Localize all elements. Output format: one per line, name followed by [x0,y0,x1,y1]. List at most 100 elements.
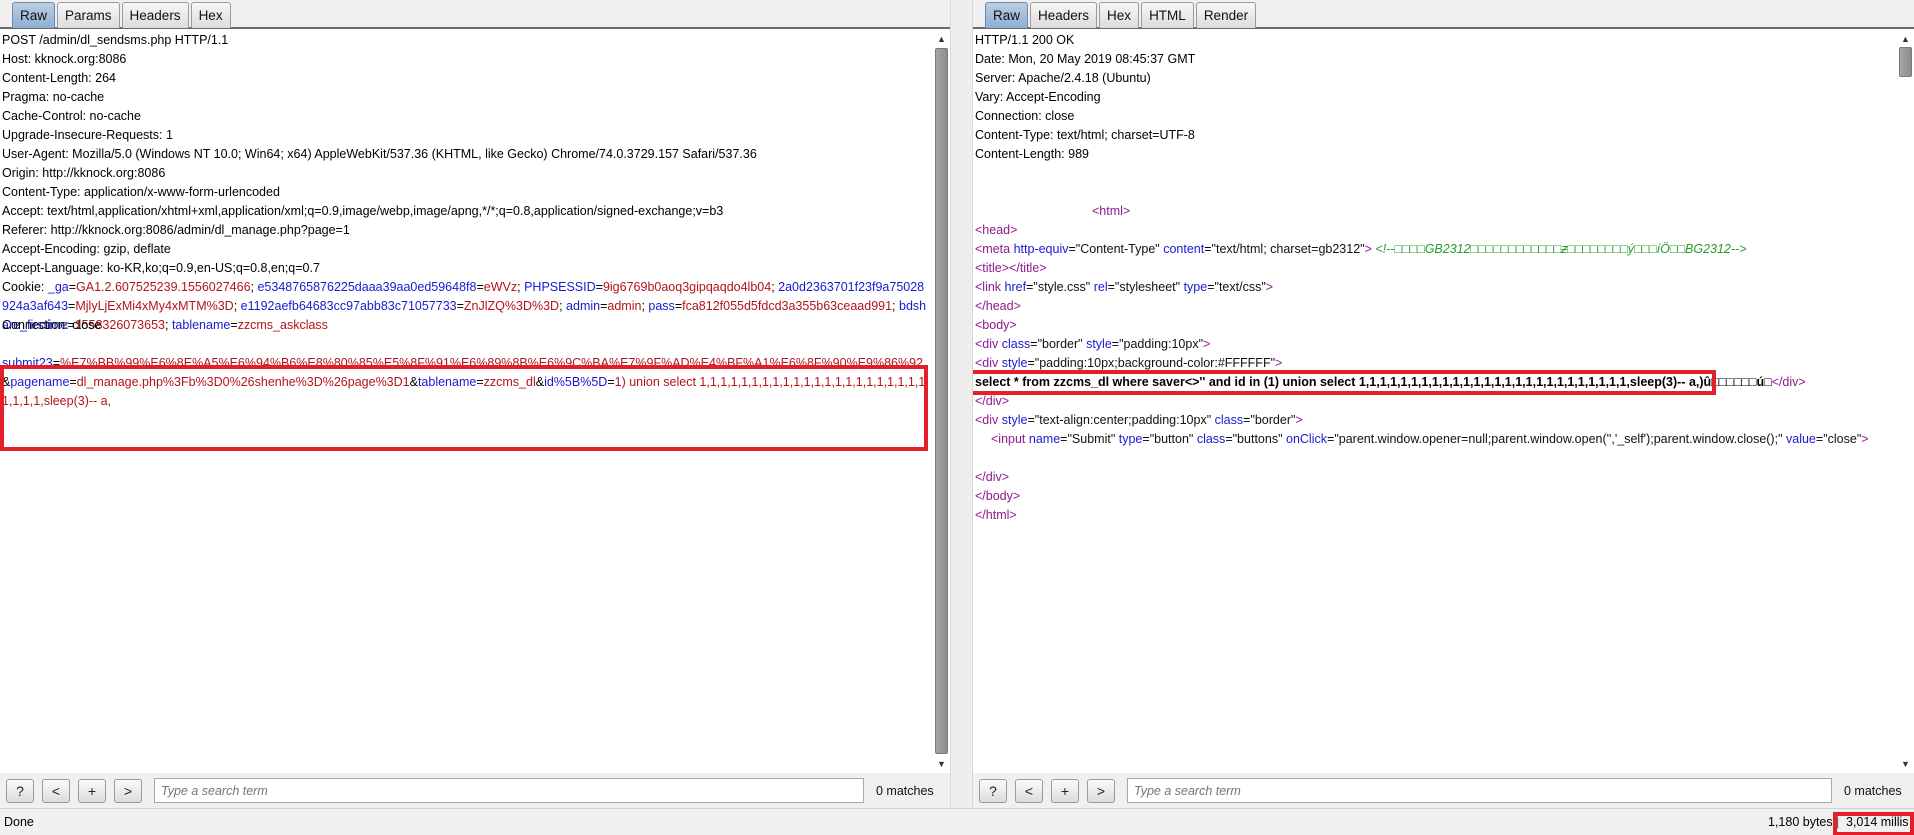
html-line: </div> [975,392,1895,411]
response-search-bar: ? < + > 0 matches [973,773,1914,808]
response-tab-render[interactable]: Render [1195,2,1257,28]
response-time-highlight [1833,812,1914,835]
html-line: <div class="border" style="padding:10px"… [975,337,1211,351]
request-text[interactable]: POST /admin/dl_sendsms.php HTTP/1.1 Host… [0,31,933,408]
attr-value: "parent.window.opener=null;parent.window… [1334,432,1783,446]
html-line: <body> [975,316,1895,335]
scroll-down-icon[interactable]: ▼ [933,756,950,772]
response-tab-raw[interactable]: Raw [985,2,1029,28]
response-header: Server: Apache/2.4.18 (Ubuntu) [975,71,1151,85]
div-tag: <div [975,337,999,351]
scroll-up-icon[interactable]: ▲ [933,31,950,47]
request-tab-hex[interactable]: Hex [190,2,231,28]
request-tab-raw[interactable]: Raw [12,2,56,28]
attr-name: href [1004,280,1027,294]
html-line: <link href="style.css" rel="stylesheet" … [975,280,1274,294]
response-tab-hex[interactable]: Hex [1099,2,1140,28]
tag-close: > [1275,356,1283,370]
attr-name: style [1001,356,1028,370]
previous-button[interactable]: < [42,778,70,803]
attr-value: "padding:10px" [1119,337,1204,351]
cookie-value: zzcms_askclass [237,318,328,332]
cookie-value: eWVz [483,280,518,294]
request-header: Cache-Control: no-cache [2,109,141,123]
scroll-up-icon[interactable]: ▲ [1897,31,1914,47]
next-button[interactable]: > [1087,778,1115,803]
param-key: id%5B%5D [544,375,608,389]
response-tab-html[interactable]: HTML [1141,2,1194,28]
cookie-value: fca812f055d5fdcd3a355b63ceaad991 [682,299,893,313]
request-pane: Raw Params Headers Hex POST /admin/dl_se… [0,0,950,808]
response-editor[interactable]: HTTP/1.1 200 OK Date: Mon, 20 May 2019 0… [973,31,1897,772]
cookie-key: _ga [47,280,69,294]
body-open-tag: <body> [975,318,1017,332]
add-button[interactable]: + [78,778,106,803]
request-search-input[interactable] [154,778,864,803]
response-search-input[interactable] [1127,778,1832,803]
request-header: Upgrade-Insecure-Requests: 1 [2,128,173,142]
link-tag: <link [975,280,1002,294]
param-value: %E7%BB%99%E6%8E%A5%E6%94%B6%E8%80%85%E5%… [60,356,924,370]
attr-name: class [1214,413,1244,427]
attr-value: "padding:10px;background-color:#FFFFFF" [1034,356,1276,370]
cookie-key: e1192aefb64683cc97abb83c71057733 [240,299,457,313]
attr-name: style [1001,413,1028,427]
help-button[interactable]: ? [6,778,34,803]
cookie-label: Cookie: [2,280,45,294]
pane-splitter[interactable] [950,0,973,808]
response-scrollbar[interactable]: ▲ ▼ [1897,31,1914,772]
request-tab-params[interactable]: Params [57,2,120,28]
request-scrollbar[interactable]: ▲ ▼ [933,31,950,772]
scroll-down-icon[interactable]: ▼ [1897,756,1914,772]
div-close-tag: </div> [1771,375,1806,389]
attr-name: rel [1093,280,1108,294]
request-header: Host: kknock.org:8086 [2,52,127,66]
status-line: HTTP/1.1 200 OK [975,33,1075,47]
response-match-count: 0 matches [1844,783,1902,798]
attr-name: type [1183,280,1208,294]
param-key: pagename [10,375,70,389]
status-text: Done [4,815,34,829]
cookie-value: ZnJlZQ%3D%3D [463,299,560,313]
request-editor[interactable]: POST /admin/dl_sendsms.php HTTP/1.1 Host… [0,31,933,772]
previous-button[interactable]: < [1015,778,1043,803]
cookie-key: PHPSESSID [524,280,596,294]
scroll-thumb[interactable] [1899,47,1912,77]
attr-name: onClick [1286,432,1327,446]
param-value: dl_manage.php%3Fb%3D0%26shenhe%3D%26page… [76,375,410,389]
request-header: Accept: text/html,application/xhtml+xml,… [2,204,724,218]
request-header: Content-Type: application/x-www-form-url… [2,185,280,199]
response-tab-headers[interactable]: Headers [1030,2,1098,28]
html-close-tag: </html> [975,508,1017,522]
attr-name: class [1196,432,1226,446]
cookie-header: Cookie: _ga=GA1.2.607525239.1556027466; … [2,280,927,332]
request-header: Referer: http://kknock.org:8086/admin/dl… [2,223,350,237]
response-text[interactable]: HTTP/1.1 200 OK Date: Mon, 20 May 2019 0… [973,31,1897,525]
next-button[interactable]: > [114,778,142,803]
html-line: <meta http-equiv="Content-Type" content=… [975,242,1747,256]
help-button[interactable]: ? [979,778,1007,803]
attr-value: "text/html; charset=gb2312" [1211,242,1365,256]
attr-value: "Content-Type" [1075,242,1160,256]
div-tag: <div [975,356,999,370]
response-tabbar: Raw Headers Hex HTML Render [973,0,1914,29]
html-line: <title></title> [975,259,1895,278]
cookie-value: admin [607,299,642,313]
attr-value: "buttons" [1232,432,1283,446]
request-tab-headers[interactable]: Headers [121,2,189,28]
cookie-key: tablename [171,318,231,332]
cookie-key: pass [648,299,675,313]
html-comment: <!--□□□□GB2312□□□□□□□□□□□□ƶ□□□□□□□□ý□□□í… [1375,242,1747,256]
html-line: </body> [975,487,1895,506]
scroll-thumb[interactable] [935,48,948,754]
request-line: POST /admin/dl_sendsms.php HTTP/1.1 [2,33,229,47]
response-header: Vary: Accept-Encoding [975,90,1101,104]
attr-value: "close" [1823,432,1862,446]
div-close-tag: </div> [975,470,1010,484]
html-line: </html> [975,506,1895,525]
head-open-tag: <head> [975,223,1018,237]
add-button[interactable]: + [1051,778,1079,803]
html-line: </div> [975,468,1895,487]
title-tag: <title></title> [975,261,1047,275]
